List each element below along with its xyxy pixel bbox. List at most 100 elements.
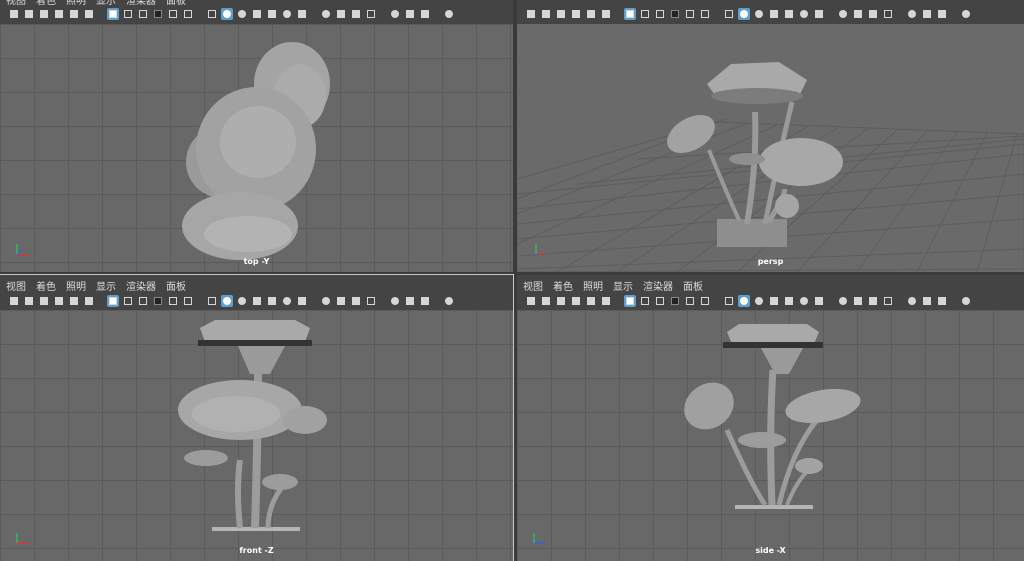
gamma-icon[interactable] — [960, 8, 972, 20]
lights-icon[interactable] — [281, 8, 293, 20]
grid-icon[interactable] — [107, 7, 119, 20]
field-chart-icon[interactable] — [684, 295, 696, 307]
bookmark-icon[interactable] — [570, 8, 582, 20]
gamma-icon[interactable] — [960, 295, 972, 307]
textured-icon[interactable] — [266, 8, 278, 20]
grid-icon[interactable] — [624, 7, 636, 20]
menu-lighting[interactable]: 照明 — [583, 278, 603, 293]
ambient-occlusion-icon[interactable] — [837, 8, 849, 20]
viewport-pane-top[interactable]: 视图 着色 照明 显示 渲染器 面板 top -Y — [0, 0, 513, 272]
isolate-icon[interactable] — [389, 8, 401, 20]
bookmark-icon[interactable] — [53, 295, 65, 307]
camera-attr-icon[interactable] — [555, 8, 567, 20]
menu-renderer[interactable]: 渲染器 — [126, 278, 156, 293]
image-plane-icon[interactable] — [68, 8, 80, 20]
safe-area-icon[interactable] — [699, 295, 711, 307]
camera-attr-icon[interactable] — [555, 295, 567, 307]
camera-lock-icon[interactable] — [23, 8, 35, 20]
gate-mask-icon[interactable] — [669, 295, 681, 307]
gamma-icon[interactable] — [443, 295, 455, 307]
viewport-pane-front[interactable]: 视图 着色 照明 显示 渲染器 面板 front -Z — [0, 274, 514, 561]
anti-alias-icon[interactable] — [867, 295, 879, 307]
camera-icon[interactable] — [8, 8, 20, 20]
xray-joints-icon[interactable] — [419, 8, 431, 20]
wireframe-icon[interactable] — [723, 8, 735, 20]
gamma-icon[interactable] — [443, 8, 455, 20]
isolate-icon[interactable] — [906, 295, 918, 307]
field-chart-icon[interactable] — [167, 8, 179, 20]
smooth-shade-icon[interactable] — [738, 7, 750, 20]
depth-of-field-icon[interactable] — [365, 295, 377, 307]
lights-icon[interactable] — [798, 8, 810, 20]
motion-blur-icon[interactable] — [335, 295, 347, 307]
xray-joints-icon[interactable] — [419, 295, 431, 307]
wireframe-icon[interactable] — [723, 295, 735, 307]
xray-joints-icon[interactable] — [936, 295, 948, 307]
viewport-pane-persp[interactable]: persp — [517, 0, 1024, 272]
mushroom-model-side[interactable] — [517, 310, 1024, 561]
bookmark-icon[interactable] — [53, 8, 65, 20]
ambient-occlusion-icon[interactable] — [320, 8, 332, 20]
shade-wire-icon[interactable] — [753, 8, 765, 20]
smooth-shade-icon[interactable] — [738, 294, 750, 307]
viewport-top[interactable]: top -Y — [0, 24, 513, 272]
safe-area-icon[interactable] — [699, 8, 711, 20]
xray-active-icon[interactable] — [404, 8, 416, 20]
resolution-gate-icon[interactable] — [654, 8, 666, 20]
menu-view[interactable]: 视图 — [6, 278, 26, 293]
viewport-front[interactable]: front -Z — [0, 310, 513, 561]
camera-icon[interactable] — [525, 295, 537, 307]
viewport-side[interactable]: side -X — [517, 310, 1024, 561]
camera-lock-icon[interactable] — [540, 295, 552, 307]
field-chart-icon[interactable] — [684, 8, 696, 20]
camera-lock-icon[interactable] — [23, 295, 35, 307]
image-plane-icon[interactable] — [585, 8, 597, 20]
film-gate-icon[interactable] — [639, 8, 651, 20]
grease-pencil-icon[interactable] — [83, 8, 95, 20]
mushroom-model-top[interactable] — [0, 24, 513, 272]
isolate-icon[interactable] — [906, 8, 918, 20]
xray-icon[interactable] — [768, 295, 780, 307]
xray-icon[interactable] — [251, 8, 263, 20]
mushroom-model-persp[interactable] — [517, 24, 1024, 272]
lights-icon[interactable] — [281, 295, 293, 307]
resolution-gate-icon[interactable] — [137, 8, 149, 20]
grease-pencil-icon[interactable] — [600, 8, 612, 20]
shadows-icon[interactable] — [813, 295, 825, 307]
motion-blur-icon[interactable] — [852, 8, 864, 20]
viewport-persp[interactable]: persp — [517, 24, 1024, 272]
menu-lighting[interactable]: 照明 — [66, 278, 86, 293]
depth-of-field-icon[interactable] — [882, 8, 894, 20]
grid-icon[interactable] — [624, 294, 636, 307]
menu-show[interactable]: 显示 — [613, 278, 633, 293]
image-plane-icon[interactable] — [585, 295, 597, 307]
grease-pencil-icon[interactable] — [600, 295, 612, 307]
anti-alias-icon[interactable] — [350, 8, 362, 20]
menu-show[interactable]: 显示 — [96, 278, 116, 293]
menu-view[interactable]: 视图 — [523, 278, 543, 293]
gate-mask-icon[interactable] — [152, 295, 164, 307]
film-gate-icon[interactable] — [122, 295, 134, 307]
shade-wire-icon[interactable] — [236, 295, 248, 307]
shadows-icon[interactable] — [296, 295, 308, 307]
viewport-pane-side[interactable]: 视图 着色 照明 显示 渲染器 面板 side -X — [517, 275, 1024, 561]
xray-active-icon[interactable] — [404, 295, 416, 307]
menu-panels[interactable]: 面板 — [166, 278, 186, 293]
gate-mask-icon[interactable] — [669, 8, 681, 20]
bookmark-icon[interactable] — [570, 295, 582, 307]
wireframe-icon[interactable] — [206, 295, 218, 307]
menu-shading[interactable]: 着色 — [36, 278, 56, 293]
xray-icon[interactable] — [251, 295, 263, 307]
textured-icon[interactable] — [266, 295, 278, 307]
camera-attr-icon[interactable] — [38, 295, 50, 307]
xray-joints-icon[interactable] — [936, 8, 948, 20]
depth-of-field-icon[interactable] — [365, 8, 377, 20]
shade-wire-icon[interactable] — [753, 295, 765, 307]
grid-icon[interactable] — [107, 294, 119, 307]
safe-area-icon[interactable] — [182, 8, 194, 20]
anti-alias-icon[interactable] — [350, 295, 362, 307]
resolution-gate-icon[interactable] — [137, 295, 149, 307]
image-plane-icon[interactable] — [68, 295, 80, 307]
menu-panels[interactable]: 面板 — [683, 278, 703, 293]
xray-active-icon[interactable] — [921, 295, 933, 307]
